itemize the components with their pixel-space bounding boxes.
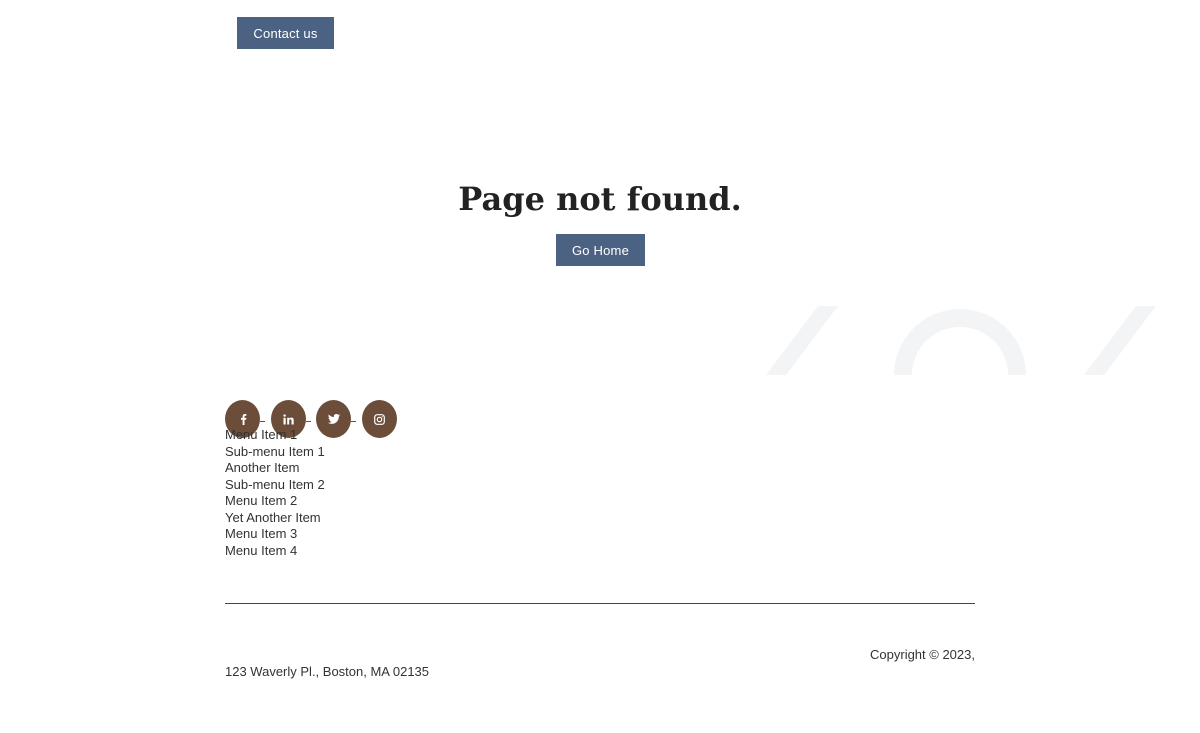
copyright-text: Copyright © 2023,: [870, 647, 975, 662]
twitter-icon: [327, 414, 340, 424]
address-text: 123 Waverly Pl., Boston, MA 02135: [225, 664, 430, 679]
instagram-icon: [374, 413, 385, 425]
footer-menu: Menu Item 1 Sub-menu Item 1 Another Item…: [225, 427, 325, 559]
separator: [260, 421, 265, 422]
menu-item[interactable]: Menu Item 3: [225, 526, 325, 543]
menu-item[interactable]: Yet Another Item: [225, 510, 325, 527]
menu-item[interactable]: Sub-menu Item 2: [225, 477, 325, 494]
go-home-button[interactable]: Go Home: [556, 234, 645, 266]
page-title: Page not found.: [458, 180, 742, 218]
menu-item[interactable]: Menu Item 2: [225, 493, 325, 510]
separator: [351, 421, 356, 422]
footer-divider: [225, 603, 975, 604]
page: Contact us Page not found. Go Home Menu …: [0, 0, 1200, 733]
menu-item[interactable]: Another Item: [225, 460, 325, 477]
menu-item[interactable]: Sub-menu Item 1: [225, 444, 325, 461]
contact-us-button[interactable]: Contact us: [237, 17, 334, 49]
decorative-404-graphic: [766, 306, 1156, 375]
menu-item[interactable]: Menu Item 4: [225, 543, 325, 560]
separator: [306, 421, 311, 422]
facebook-icon: [240, 414, 246, 425]
linkedin-icon: [283, 413, 294, 424]
instagram-link[interactable]: [362, 400, 397, 438]
menu-item[interactable]: Menu Item 1: [225, 427, 325, 444]
